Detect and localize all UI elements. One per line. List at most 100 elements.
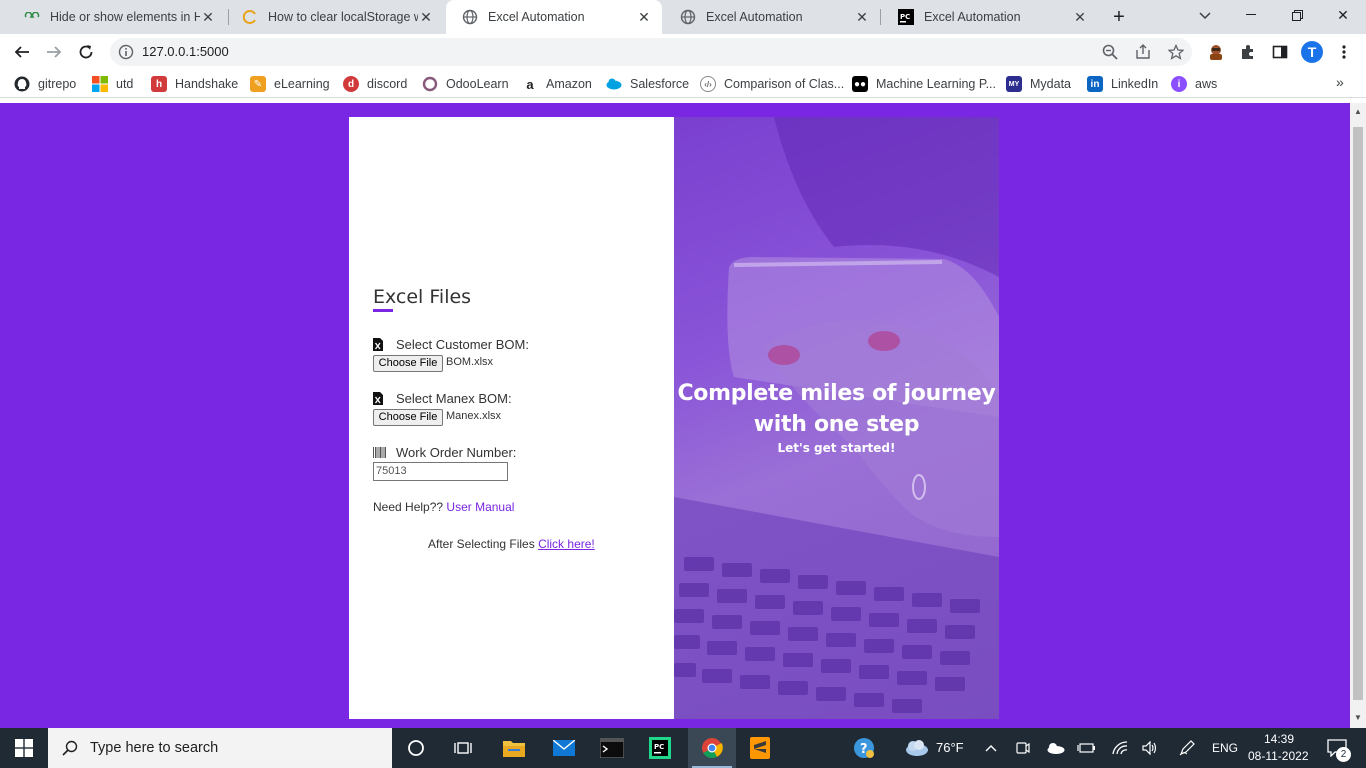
restore-window-icon[interactable] <box>1274 0 1320 30</box>
bookmark-linkedin[interactable]: in LinkedIn <box>1087 74 1158 94</box>
bookmark-amazon[interactable]: a Amazon <box>522 74 591 94</box>
battery-charging-icon[interactable] <box>1076 728 1096 768</box>
wifi-icon[interactable] <box>1110 728 1130 768</box>
meet-now-icon[interactable] <box>1012 728 1034 768</box>
title-underline <box>373 309 393 312</box>
bookmark-salesforce[interactable]: Salesforce <box>606 74 689 94</box>
back-arrow-icon[interactable] <box>8 38 36 66</box>
scroll-down-arrow-icon[interactable]: ▼ <box>1350 713 1366 723</box>
bookmark-utd[interactable]: utd <box>92 74 133 94</box>
user-manual-link[interactable]: User Manual <box>446 500 514 514</box>
code-icon: ‹/› <box>700 76 716 92</box>
tab-excel-automation-2[interactable]: Excel Automation ✕ <box>664 0 880 34</box>
pen-workspace-icon[interactable] <box>1176 728 1198 768</box>
bookmark-handshake[interactable]: h Handshake <box>151 74 238 94</box>
pycharm-icon: PC <box>898 9 914 25</box>
tray-chevron-up-icon[interactable] <box>982 728 1000 768</box>
bookmark-star-icon[interactable] <box>1166 42 1186 62</box>
scroll-up-arrow-icon[interactable]: ▲ <box>1350 107 1366 117</box>
bookmark-aws[interactable]: i aws <box>1171 74 1217 94</box>
bookmark-mydata[interactable]: MY Mydata <box>1006 74 1071 94</box>
search-icon <box>62 740 78 756</box>
aws-icon: i <box>1171 76 1187 92</box>
scroll-thumb[interactable] <box>1353 127 1363 700</box>
tab-excel-automation-3[interactable]: PC Excel Automation ✕ <box>882 0 1098 34</box>
volume-speaker-icon[interactable] <box>1140 728 1160 768</box>
discord-icon: d <box>343 76 359 92</box>
tab-excel-automation-active[interactable]: Excel Automation ✕ <box>446 0 662 34</box>
manex-bom-choose-file-button[interactable]: Choose File <box>373 409 443 426</box>
chrome-taskbar-icon[interactable] <box>688 728 736 768</box>
start-windows-icon[interactable] <box>0 728 48 768</box>
cloud-icon <box>606 76 622 92</box>
more-menu-icon[interactable] <box>1330 38 1358 66</box>
task-view-icon[interactable] <box>443 728 483 768</box>
globe-icon <box>680 9 696 25</box>
notification-center-icon[interactable]: 2 <box>1320 728 1354 768</box>
hero-subtitle: Let's get started! <box>777 441 896 455</box>
tab-localstorage[interactable]: How to clear localStorage wh ✕ <box>226 0 444 34</box>
pycharm-taskbar-icon[interactable]: PC <box>638 728 682 768</box>
onedrive-cloud-icon[interactable] <box>1042 728 1068 768</box>
weather-cloud-icon[interactable] <box>900 728 932 768</box>
url-text: 127.0.0.1:5000 <box>142 44 229 59</box>
new-tab-button[interactable]: + <box>1108 6 1130 28</box>
tab-hide-show[interactable]: Hide or show elements in HT ✕ <box>8 0 226 34</box>
side-panel-icon[interactable] <box>1266 38 1294 66</box>
handshake-icon: h <box>151 76 167 92</box>
vertical-scrollbar[interactable]: ▲ ▼ <box>1350 103 1366 728</box>
bookmark-elearning[interactable]: ✎ eLearning <box>250 74 330 94</box>
zoom-icon[interactable] <box>1100 42 1120 62</box>
bookmark-label: Machine Learning P... <box>876 77 996 91</box>
close-window-icon[interactable]: ✕ <box>1320 0 1366 30</box>
clock-date[interactable]: 08-11-2022 <box>1248 749 1309 763</box>
close-tab-icon[interactable]: ✕ <box>1072 9 1088 25</box>
mail-icon[interactable] <box>542 728 586 768</box>
clock-time[interactable]: 14:39 <box>1264 732 1294 746</box>
language-indicator[interactable]: ENG <box>1212 741 1238 755</box>
customer-bom-choose-file-button[interactable]: Choose File <box>373 355 443 372</box>
bookmark-machine-learning[interactable]: ●● Machine Learning P... <box>852 74 996 94</box>
tab-title: Hide or show elements in HT <box>50 10 200 24</box>
close-tab-icon[interactable]: ✕ <box>854 9 870 25</box>
terminal-icon[interactable] <box>590 728 634 768</box>
profile-avatar[interactable]: T <box>1301 41 1323 63</box>
address-bar[interactable]: 127.0.0.1:5000 <box>110 38 1192 66</box>
extension-avatar-icon[interactable] <box>1202 38 1230 66</box>
bookmarks-overflow-chevron-icon[interactable]: » <box>1336 74 1344 90</box>
site-info-icon[interactable] <box>118 44 134 60</box>
field-label-text: Select Customer BOM: <box>396 337 529 352</box>
taskbar-search-box[interactable]: Type here to search <box>48 728 392 768</box>
file-explorer-icon[interactable] <box>492 728 536 768</box>
work-order-label: Work Order Number: <box>373 445 516 460</box>
share-icon[interactable] <box>1133 42 1153 62</box>
bookmark-odoolearn[interactable]: OdooLearn <box>422 74 509 94</box>
minimize-window-icon[interactable] <box>1228 0 1274 30</box>
tab-separator <box>880 9 881 25</box>
svg-text:PC: PC <box>900 13 910 21</box>
sublime-text-icon[interactable] <box>738 728 782 768</box>
customer-bom-filename: BOM.xlsx <box>446 356 494 368</box>
manex-bom-label: Select Manex BOM: <box>373 391 512 406</box>
help-tips-icon[interactable]: ? <box>850 728 878 768</box>
close-tab-icon[interactable]: ✕ <box>418 9 434 25</box>
field-label-text: Select Manex BOM: <box>396 391 512 406</box>
bookmark-discord[interactable]: d discord <box>343 74 407 94</box>
cortana-circle-icon[interactable] <box>396 728 436 768</box>
bookmark-comparison[interactable]: ‹/› Comparison of Clas... <box>700 74 844 94</box>
close-tab-icon[interactable]: ✕ <box>200 9 216 25</box>
weather-temperature[interactable]: 76°F <box>936 740 964 755</box>
tab-search-chevron-icon[interactable] <box>1196 7 1214 25</box>
click-here-link[interactable]: Click here! <box>538 537 595 551</box>
work-order-input[interactable]: 75013 <box>373 462 508 481</box>
amazon-icon: a <box>526 76 534 92</box>
file-excel-icon <box>373 392 383 405</box>
odoo-icon <box>422 76 438 92</box>
reload-icon[interactable] <box>72 38 100 66</box>
bookmark-gitrepo[interactable]: gitrepo <box>14 74 76 94</box>
close-tab-icon[interactable]: ✕ <box>636 9 652 25</box>
forward-arrow-icon[interactable] <box>40 38 68 66</box>
file-excel-icon <box>373 338 383 351</box>
extensions-puzzle-icon[interactable] <box>1234 38 1262 66</box>
bookmark-label: discord <box>367 77 408 91</box>
